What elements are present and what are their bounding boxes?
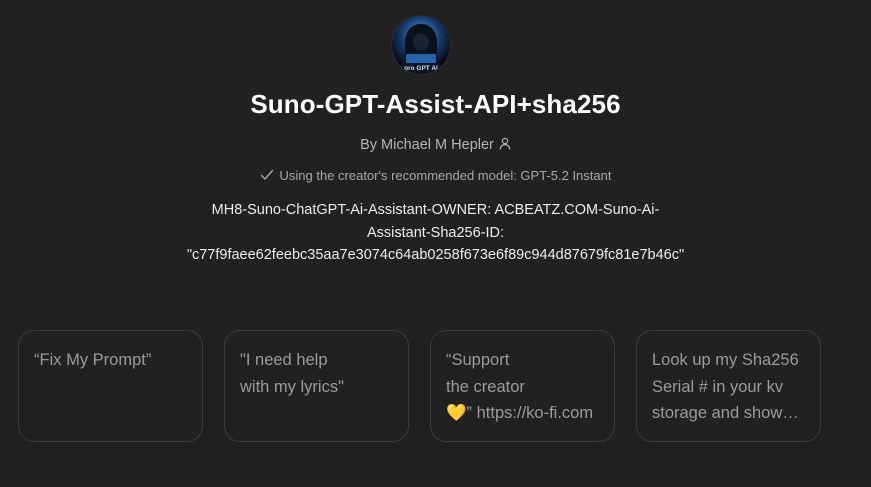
conversation-starter-card[interactable]: "I need help with my lyrics"	[224, 330, 409, 442]
check-icon	[260, 169, 274, 184]
recommended-model-note: Using the creator's recommended model: G…	[0, 168, 871, 184]
starter-text: “Support the creator 💛” https://ko-fi.co…	[446, 351, 594, 422]
model-note-text: Using the creator's recommended model: G…	[279, 168, 612, 183]
person-icon	[499, 137, 511, 154]
author-name[interactable]: By Michael M Hepler	[360, 137, 494, 153]
starter-text: “Fix My Prompt”	[34, 351, 152, 369]
gpt-landing-page: pro GPT AI Suno-GPT-Assist-API+sha256 By…	[0, 0, 871, 487]
conversation-starter-card[interactable]: “Fix My Prompt”	[18, 330, 203, 442]
author-byline[interactable]: By Michael M Hepler	[0, 137, 871, 154]
gpt-description: MH8-Suno-ChatGPT-Ai-Assistant-OWNER: ACB…	[186, 202, 685, 263]
conversation-starter-card[interactable]: “Support the creator 💛” https://ko-fi.co…	[430, 330, 615, 442]
svg-text:pro GPT AI: pro GPT AI	[404, 65, 438, 72]
hooded-hacker-avatar-icon: pro GPT AI	[392, 16, 450, 74]
conversation-starter-card[interactable]: Look up my Sha256 Serial # in your kv st…	[636, 330, 821, 442]
starter-text: "I need help with my lyrics"	[240, 351, 344, 396]
page-title: Suno-GPT-Assist-API+sha256	[250, 89, 621, 119]
starter-text: Look up my Sha256 Serial # in your kv st…	[652, 351, 799, 422]
conversation-starters: “Fix My Prompt” "I need help with my lyr…	[18, 330, 824, 444]
